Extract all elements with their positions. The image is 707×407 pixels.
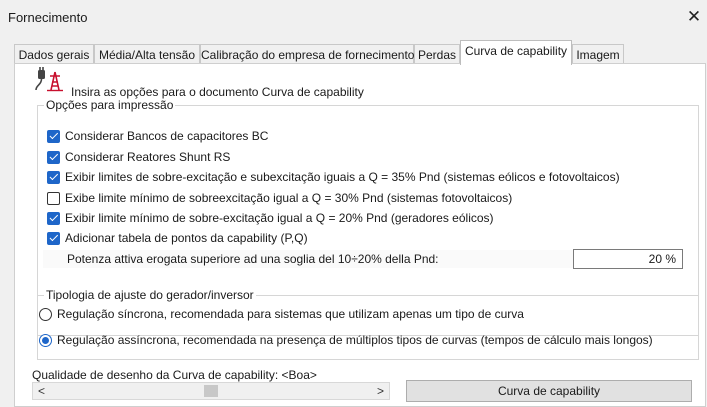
checkbox-icon[interactable] [47, 170, 60, 184]
window-title: Fornecimento [8, 10, 88, 25]
checkbox-icon[interactable] [47, 211, 60, 225]
checkbox-label: Considerar Bancos de capacitores BC [65, 129, 269, 143]
checkbox-reatores-shunt[interactable]: Considerar Reatores Shunt RS [47, 149, 230, 165]
regulation-group: Tipologia de ajuste do gerador/inversor [37, 288, 699, 360]
tab-panel: Insira as opções para o documento Curva … [14, 63, 706, 407]
checkbox-icon[interactable] [47, 150, 60, 164]
radio-regulacao-assincrona[interactable]: Regulação assíncrona, recomendada na pre… [39, 332, 653, 348]
checkbox-label: Exibe limite mínimo de sobreexcitação ig… [65, 191, 513, 205]
tab-perdas[interactable]: Perdas [414, 44, 460, 64]
quality-scrollbar[interactable]: < > [32, 382, 390, 400]
scroll-thumb[interactable] [204, 385, 218, 397]
print-options-legend: Opções para impressão [46, 98, 174, 112]
checkbox-icon[interactable] [47, 129, 60, 143]
radio-icon[interactable] [39, 333, 52, 347]
pnd-threshold-row: Potenza attiva erogata superiore ad una … [43, 249, 683, 269]
header-text: Insira as opções para o documento Curva … [71, 85, 364, 99]
plug-tower-icon [35, 67, 63, 92]
tab-imagem[interactable]: Imagem [572, 44, 624, 64]
radio-label: Regulação síncrona, recomendada para sis… [57, 307, 524, 321]
regulation-legend: Tipologia de ajuste do gerador/inversor [46, 288, 254, 302]
checkbox-icon[interactable] [47, 191, 60, 205]
checkbox-label: Exibir limites de sobre-excitação e sube… [65, 170, 620, 184]
radio-label: Regulação assíncrona, recomendada na pre… [57, 333, 653, 347]
tab-curva-de-capability[interactable]: Curva de capability [460, 40, 572, 65]
scroll-right-arrow-icon[interactable]: > [377, 383, 384, 399]
checkbox-limite-30[interactable]: Exibe limite mínimo de sobreexcitação ig… [47, 190, 512, 206]
radio-icon[interactable] [39, 307, 52, 321]
title-bar: Fornecimento ✕ [0, 0, 707, 34]
curva-de-capability-button[interactable]: Curva de capability [406, 380, 692, 402]
scroll-left-arrow-icon[interactable]: < [38, 383, 45, 399]
checkbox-bancos-capacitores[interactable]: Considerar Bancos de capacitores BC [47, 128, 268, 144]
tab-strip: Dados gerais Média/Alta tensão Calibraçã… [0, 40, 707, 65]
pnd-threshold-label: Potenza attiva erogata superiore ad una … [67, 252, 439, 266]
checkbox-tabela-pontos[interactable]: Adicionar tabela de pontos da capability… [47, 230, 308, 246]
checkbox-label: Adicionar tabela de pontos da capability… [65, 231, 308, 245]
checkbox-limite-20[interactable]: Exibir limite mínimo de sobre-excitação … [47, 210, 494, 226]
tab-media-alta-tensao[interactable]: Média/Alta tensão [94, 44, 200, 64]
checkbox-label: Exibir limite mínimo de sobre-excitação … [65, 211, 494, 225]
close-icon[interactable]: ✕ [681, 4, 707, 30]
tab-dados-gerais[interactable]: Dados gerais [14, 44, 94, 64]
tab-calibracao[interactable]: Calibração do empresa de fornecimento [200, 44, 414, 64]
checkbox-limites-35[interactable]: Exibir limites de sobre-excitação e sube… [47, 169, 620, 185]
pnd-threshold-input[interactable]: 20 % [573, 249, 683, 269]
checkbox-icon[interactable] [47, 231, 60, 245]
quality-label: Qualidade de desenho da Curva de capabil… [32, 368, 317, 382]
radio-regulacao-sincrona[interactable]: Regulação síncrona, recomendada para sis… [39, 306, 524, 322]
checkbox-label: Considerar Reatores Shunt RS [65, 150, 231, 164]
